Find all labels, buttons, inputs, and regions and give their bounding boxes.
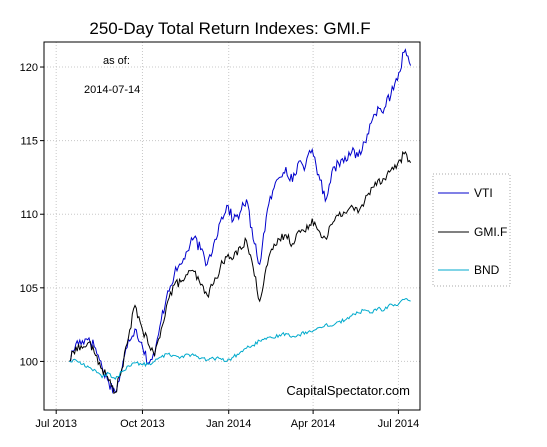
y-tick-label: 105 — [20, 283, 38, 295]
source-label: CapitalSpectator.com — [286, 383, 410, 398]
series-line-bnd — [69, 298, 411, 380]
y-tick-label: 110 — [20, 209, 38, 221]
series-line-gmi-f — [68, 150, 412, 395]
y-tick-label: 120 — [20, 62, 38, 74]
series-line-vti — [69, 48, 412, 394]
y-tick-label: 100 — [20, 356, 38, 368]
x-tick-label: Jan 2014 — [206, 418, 251, 430]
x-tick-label: Apr 2014 — [291, 418, 336, 430]
y-tick-label: 115 — [20, 136, 38, 148]
legend-label-vti: VTI — [474, 186, 493, 200]
series-layer — [68, 48, 412, 395]
as-of-date: 2014-07-14 — [84, 84, 140, 96]
chart-title: 250-Day Total Return Indexes: GMI.F — [89, 19, 370, 38]
x-tick-label: Jul 2014 — [378, 418, 420, 430]
legend-label-bnd: BND — [474, 263, 500, 277]
x-tick-label: Oct 2013 — [120, 418, 165, 430]
plot-frame — [43, 41, 421, 411]
as-of-label: as of: — [103, 55, 130, 67]
legend-label-gmi-f: GMI.F — [474, 225, 507, 239]
chart: 250-Day Total Return Indexes: GMI.F 1001… — [20, 19, 511, 430]
x-tick-label: Jul 2013 — [35, 418, 77, 430]
axes: 100 105 110 115 120 Jul 2013 Oct 2013 Jan 2014 A… — [20, 62, 420, 430]
legend: VTI GMI.F BND — [432, 173, 511, 287]
grid — [44, 42, 420, 410]
